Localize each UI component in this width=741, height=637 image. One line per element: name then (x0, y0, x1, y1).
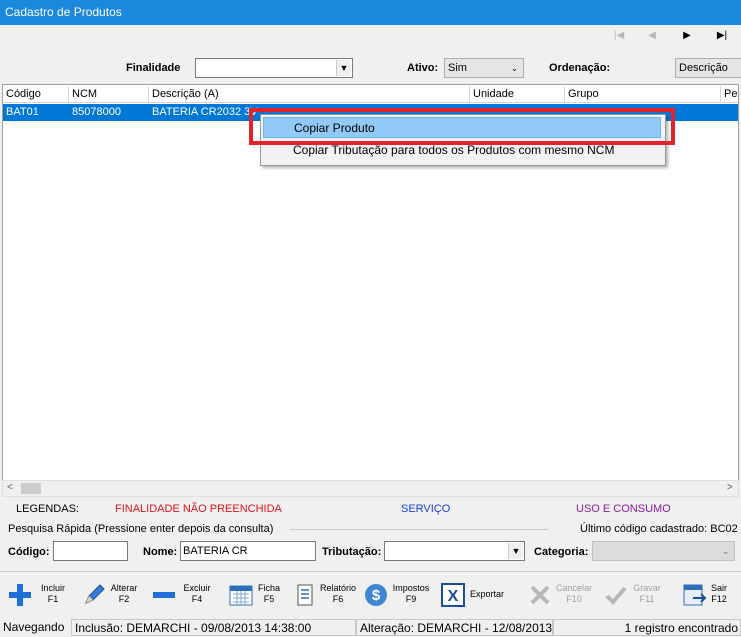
ativo-select[interactable]: Sim ⌄ (444, 58, 524, 78)
next-record-button[interactable]: ▶ (678, 28, 696, 44)
column-header-descricao[interactable]: Descrição (A) (149, 86, 470, 103)
impostos-button[interactable]: $ Impostos F9 (364, 581, 434, 609)
relatorio-label: Relatório F6 (319, 583, 357, 604)
cancel-icon (530, 585, 550, 605)
check-icon (605, 586, 627, 605)
legend-uso-consumo: USO E CONSUMO (576, 503, 671, 515)
chevron-down-icon[interactable]: ⌄ (507, 60, 522, 76)
status-mode: Navegando (3, 620, 65, 634)
column-header-unidade[interactable]: Unidade (470, 86, 565, 103)
column-header-peso[interactable]: Pes (721, 86, 738, 103)
report-icon (297, 584, 313, 606)
excluir-button[interactable]: Excluir F4 (152, 581, 214, 609)
relatorio-button[interactable]: Relatório F6 (294, 581, 360, 609)
gravar-button[interactable]: Gravar F11 (604, 581, 664, 609)
excluir-label: Excluir F4 (183, 583, 211, 604)
first-record-button[interactable]: |◀ (610, 28, 628, 44)
exit-icon (683, 584, 707, 606)
dollar-icon: $ (365, 584, 387, 606)
ficha-button[interactable]: Ficha F5 (229, 581, 285, 609)
cell-codigo: BAT01 (6, 106, 39, 118)
scroll-left-icon[interactable]: < (7, 482, 13, 493)
column-header-ncm[interactable]: NCM (69, 86, 149, 103)
ordenacao-value: Descrição (679, 62, 728, 74)
legend-servico: SERVIÇO (401, 503, 451, 515)
svg-text:$: $ (372, 587, 381, 604)
cancelar-button[interactable]: Cancelar F10 (528, 581, 594, 609)
incluir-label: Incluir F1 (40, 583, 65, 604)
record-navigator: |◀ ◀ ▶ ▶| (0, 26, 741, 46)
chevron-down-icon[interactable]: ▼ (336, 60, 351, 76)
ordenacao-select[interactable]: Descrição (675, 58, 741, 78)
status-alteracao: Alteração: DEMARCHI - 12/08/2013 (356, 619, 553, 636)
cell-ncm: 85078000 (72, 106, 121, 118)
codigo-input[interactable] (53, 541, 128, 561)
sair-button[interactable]: Sair F12 (683, 581, 733, 609)
excel-icon: X (441, 583, 465, 607)
divider (290, 529, 548, 530)
status-inclusao: Inclusão: DEMARCHI - 09/08/2013 14:38:00 (71, 619, 356, 636)
status-bar: Navegando Inclusão: DEMARCHI - 09/08/201… (0, 618, 741, 637)
scroll-right-icon[interactable]: > (727, 482, 733, 493)
categoria-select[interactable]: ⌄ (592, 541, 735, 561)
cancelar-label: Cancelar F10 (555, 583, 593, 604)
ativo-label: Ativo: (407, 62, 439, 74)
codigo-label: Código: (8, 546, 50, 558)
highlight-box (249, 108, 675, 145)
calendar-icon (229, 585, 253, 606)
quick-search-caption: Pesquisa Rápida (Pressione enter depois … (8, 523, 274, 535)
last-record-button[interactable]: ▶| (713, 28, 731, 44)
column-header-codigo[interactable]: Código (3, 86, 69, 103)
chevron-down-icon[interactable]: ▼ (508, 543, 523, 559)
ordenacao-label: Ordenação: (549, 62, 611, 74)
exportar-button[interactable]: X Exportar (441, 581, 507, 609)
tributacao-select[interactable]: ▼ (384, 541, 525, 561)
legend-finalidade: FINALIDADE NÃO PREENCHIDA (115, 503, 282, 515)
tributacao-label: Tributação: (322, 546, 382, 558)
alterar-label: Alterar F2 (110, 583, 138, 604)
plus-icon (9, 584, 31, 606)
ativo-value: Sim (448, 62, 467, 74)
finalidade-label: Finalidade (126, 62, 181, 74)
last-code-label: Último código cadastrado: BC02 (580, 523, 738, 535)
svg-text:X: X (448, 588, 459, 605)
divider (0, 571, 741, 572)
nome-label: Nome: (143, 546, 178, 558)
minus-icon (153, 592, 175, 598)
column-header-grupo[interactable]: Grupo (565, 86, 721, 103)
horizontal-scrollbar[interactable]: < > (2, 480, 739, 497)
incluir-button[interactable]: Incluir F1 (8, 581, 73, 609)
alterar-button[interactable]: Alterar F2 (82, 581, 142, 609)
scroll-thumb[interactable] (21, 483, 41, 494)
prev-record-button[interactable]: ◀ (643, 28, 661, 44)
ficha-label: Ficha F5 (257, 583, 280, 604)
window-title: Cadastro de Produtos (0, 0, 741, 25)
gravar-label: Gravar F11 (633, 583, 661, 604)
legend-label: LEGENDAS: (16, 503, 79, 515)
exportar-label: Exportar (469, 589, 504, 599)
pencil-icon (85, 584, 105, 604)
sair-label: Sair F12 (710, 583, 727, 604)
status-count: 1 registro encontrado (553, 619, 741, 636)
chevron-down-icon[interactable]: ⌄ (718, 543, 733, 559)
nome-input[interactable] (180, 541, 316, 561)
finalidade-select[interactable]: ▼ (195, 58, 353, 78)
categoria-label: Categoria: (534, 546, 589, 558)
impostos-label: Impostos F9 (392, 583, 430, 604)
